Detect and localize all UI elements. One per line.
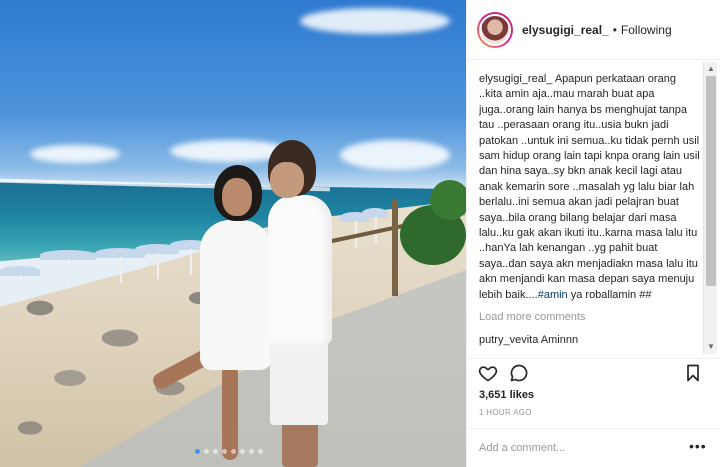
post-header: elysugigi_real_ • Following bbox=[467, 0, 720, 60]
following-button[interactable]: Following bbox=[621, 23, 672, 37]
caption: elysugigi_real_ Apapun perkataan orang .… bbox=[479, 72, 701, 303]
post-side-panel: elysugigi_real_ • Following elysugigi_re… bbox=[466, 0, 720, 467]
carousel-dot bbox=[213, 449, 218, 454]
cloud bbox=[300, 8, 450, 34]
avatar[interactable] bbox=[477, 11, 513, 48]
post-timestamp[interactable]: 1 HOUR AGO bbox=[479, 408, 532, 417]
comment: putry_vevita Aminnn bbox=[479, 333, 701, 348]
carousel-dot bbox=[249, 449, 254, 454]
comment-text: Aminnn bbox=[538, 333, 579, 346]
woman-face bbox=[222, 178, 252, 216]
hashtag-link[interactable]: #amin bbox=[538, 289, 568, 301]
cloud bbox=[30, 145, 120, 163]
more-options-icon[interactable]: ••• bbox=[689, 438, 707, 454]
separator-dot: • bbox=[612, 22, 617, 37]
caption-text: Apapun perkataan orang ..kita amin aja..… bbox=[479, 73, 700, 301]
carousel-indicator bbox=[195, 449, 263, 454]
comment-bubble-icon[interactable] bbox=[509, 363, 529, 383]
woman-leg bbox=[222, 365, 238, 460]
carousel-dot bbox=[222, 449, 227, 454]
comments-scrollbar[interactable]: ▲ ▼ bbox=[703, 62, 717, 354]
post-photo[interactable] bbox=[0, 0, 466, 467]
shrub bbox=[430, 180, 466, 220]
add-comment-bar: ••• bbox=[467, 428, 720, 467]
comment-username-link[interactable]: putry_vevita bbox=[479, 334, 538, 346]
heart-icon[interactable] bbox=[478, 363, 498, 383]
scroll-down-arrow-icon[interactable]: ▼ bbox=[706, 342, 716, 352]
cloud bbox=[340, 140, 450, 170]
fence-post bbox=[392, 200, 398, 296]
beach-umbrella bbox=[0, 266, 40, 301]
action-bar bbox=[467, 358, 720, 384]
caption-text-end: ya roballamin ## bbox=[567, 288, 652, 301]
likes-count[interactable]: 3,651 likes bbox=[479, 389, 534, 401]
comments-list: elysugigi_real_ Apapun perkataan orang .… bbox=[479, 72, 701, 358]
carousel-dot bbox=[231, 449, 236, 454]
man-white-shirt bbox=[268, 195, 332, 345]
load-more-comments-link[interactable]: Load more comments bbox=[479, 310, 701, 325]
woman-white-dress bbox=[200, 220, 272, 370]
avatar-image bbox=[479, 13, 511, 46]
beach-umbrella bbox=[40, 250, 96, 285]
scrollbar-thumb[interactable] bbox=[706, 76, 716, 286]
caption-username-link[interactable]: elysugigi_real_ bbox=[479, 73, 552, 85]
scroll-up-arrow-icon[interactable]: ▲ bbox=[706, 64, 716, 74]
bookmark-icon[interactable] bbox=[683, 363, 703, 383]
beach-umbrella bbox=[362, 208, 388, 243]
carousel-dot bbox=[258, 449, 263, 454]
carousel-dot bbox=[240, 449, 245, 454]
man-face bbox=[270, 162, 304, 198]
carousel-dot bbox=[195, 449, 200, 454]
carousel-dot bbox=[204, 449, 209, 454]
add-comment-input[interactable] bbox=[479, 439, 679, 457]
man-legs bbox=[282, 420, 318, 467]
username-link[interactable]: elysugigi_real_ bbox=[522, 23, 609, 37]
